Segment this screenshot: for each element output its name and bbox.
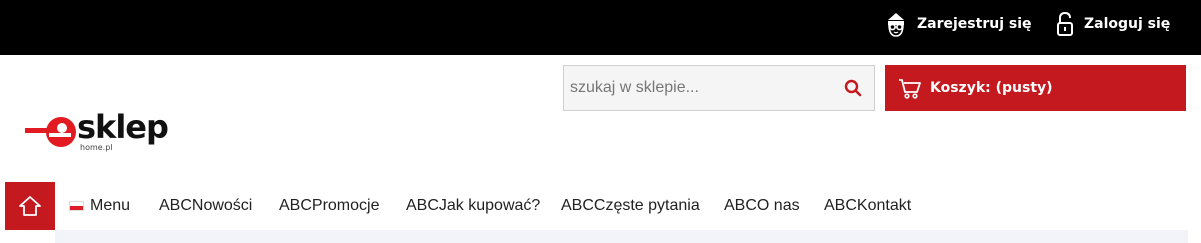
esklep-logo[interactable]: sklep home.pl bbox=[25, 106, 200, 154]
nav-item-promocje[interactable]: ABCPromocje bbox=[279, 182, 379, 230]
nav-menu-label: Menu bbox=[90, 197, 131, 214]
padlock-icon bbox=[1055, 9, 1075, 39]
cart-icon bbox=[899, 79, 921, 99]
nav-menu[interactable]: Menu bbox=[69, 182, 130, 230]
register-label: Zarejestruj się bbox=[917, 16, 1032, 32]
scrollbar-track[interactable] bbox=[1188, 55, 1201, 243]
user-avatar-icon bbox=[884, 9, 908, 39]
logo-wordmark: sklep bbox=[77, 108, 168, 146]
search-icon bbox=[844, 79, 862, 97]
home-button[interactable] bbox=[5, 182, 55, 230]
nav-item-nowosci[interactable]: ABCNowości bbox=[159, 182, 252, 230]
search-button[interactable] bbox=[842, 77, 864, 99]
search-input[interactable] bbox=[564, 66, 834, 110]
home-icon bbox=[19, 196, 41, 216]
login-link[interactable]: Zaloguj się bbox=[1055, 9, 1170, 39]
nav-item-czeste-pytania[interactable]: ABCCzęste pytania bbox=[561, 182, 700, 230]
top-bar: Zarejestruj się Zaloguj się bbox=[0, 0, 1201, 55]
cart-label: Koszyk: (pusty) bbox=[930, 80, 1053, 96]
cart-button[interactable]: Koszyk: (pusty) bbox=[885, 65, 1186, 111]
nav-item-o-nas[interactable]: ABCO nas bbox=[724, 182, 800, 230]
nav-item-kontakt[interactable]: ABCKontakt bbox=[824, 182, 911, 230]
register-link[interactable]: Zarejestruj się bbox=[884, 9, 1032, 39]
poland-flag-icon bbox=[69, 201, 84, 211]
nav-item-jak-kupowac[interactable]: ABCJak kupować? bbox=[406, 182, 540, 230]
search-box bbox=[563, 65, 875, 111]
logo-subtext: home.pl bbox=[80, 143, 113, 152]
main-nav: Menu ABCNowości ABCPromocje ABCJak kupow… bbox=[0, 182, 1188, 230]
content-strip bbox=[55, 230, 1188, 243]
login-label: Zaloguj się bbox=[1084, 16, 1171, 32]
